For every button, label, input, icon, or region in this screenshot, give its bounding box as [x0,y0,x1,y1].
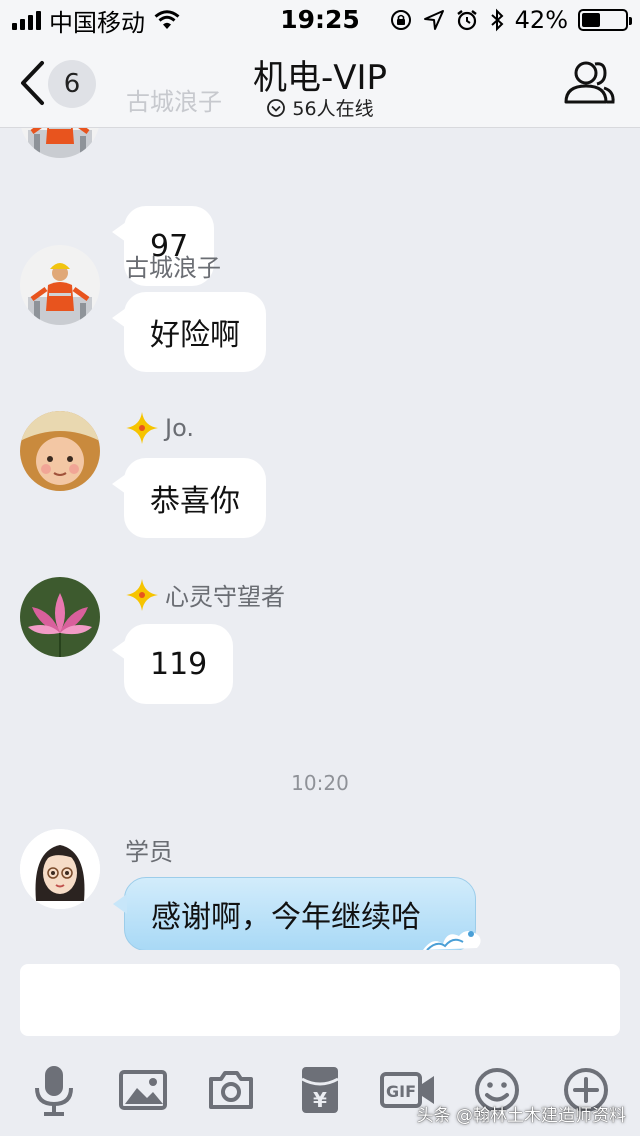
baby-avatar-icon [20,411,100,491]
avatar-girl[interactable] [20,829,100,909]
group-members-icon [564,61,615,104]
sender-name-label: 古城浪子 [125,254,221,282]
vip-star-icon [126,412,158,444]
group-title[interactable]: 机电-VIP [0,50,640,99]
bluetooth-icon [490,8,504,32]
message-bubble[interactable]: 好险啊 [112,292,266,372]
image-icon [119,1070,167,1110]
status-right-group: 42% [389,6,632,34]
vip-star-icon [126,578,158,611]
girl-avatar-icon [20,829,100,909]
red-packet-icon: ¥ [301,1067,339,1113]
location-icon [423,10,444,30]
sender-name[interactable]: 古城浪子 [125,248,221,283]
time-separator: 10:20 [291,771,349,795]
dropdown-circle-icon [267,98,286,117]
microphone-icon [35,1066,73,1116]
online-count-label: 56人在线 [292,98,374,120]
message-text: 感谢啊，今年继续哈 [151,900,421,935]
worker-avatar-icon [20,128,100,158]
battery-percent: 42% [514,6,568,34]
photo-button[interactable] [117,1064,169,1116]
avatar-baby[interactable] [20,411,100,491]
avatar-lotus[interactable] [20,577,100,657]
wave-decoration-icon [423,931,481,950]
avatar-worker[interactable] [20,128,100,158]
red-packet-button[interactable]: ¥ [294,1064,346,1116]
avatar-worker[interactable] [20,245,100,325]
red-packet-symbol: ¥ [313,1088,327,1112]
alarm-icon [456,10,477,31]
sender-name[interactable]: Jo. [125,411,194,445]
chat-message-list[interactable]: 97 古城浪子 好险啊 Jo. 恭喜你 心灵守望者 119 10:20 学员 感… [0,128,640,950]
voice-button[interactable] [28,1064,80,1116]
lotus-avatar-icon [20,577,100,657]
message-bubble[interactable]: 恭喜你 [112,458,266,538]
sender-name[interactable]: 心灵守望者 [125,577,285,612]
worker-avatar-icon [20,245,100,325]
watermark-text: 头条 @翰林土木建造师资料 [416,1106,626,1126]
camera-icon [209,1071,253,1109]
gif-label: GIF [386,1082,416,1101]
message-bubble[interactable]: 感谢啊，今年继续哈 [113,877,481,950]
sender-name[interactable]: 学员 [125,832,173,867]
sender-name-label: Jo. [165,414,194,442]
message-input[interactable] [20,964,620,1036]
battery-icon [578,9,632,31]
status-bar: 中国移动 19:25 42% [0,0,640,40]
battery-fill [582,13,600,27]
rotation-lock-icon [390,10,411,30]
message-bubble[interactable]: 119 [111,624,234,704]
input-toolbar: ¥ GIF 头条 @翰林土木建造师资料 [0,1048,640,1136]
group-members-button[interactable] [562,58,616,108]
online-status[interactable]: 56人在线 [0,94,640,121]
sender-name-label: 心灵守望者 [165,583,285,611]
chat-header: 古城浪子 6 机电-VIP 56人在线 [0,40,640,128]
camera-button[interactable] [205,1064,257,1116]
sender-name-label: 学员 [125,838,173,866]
